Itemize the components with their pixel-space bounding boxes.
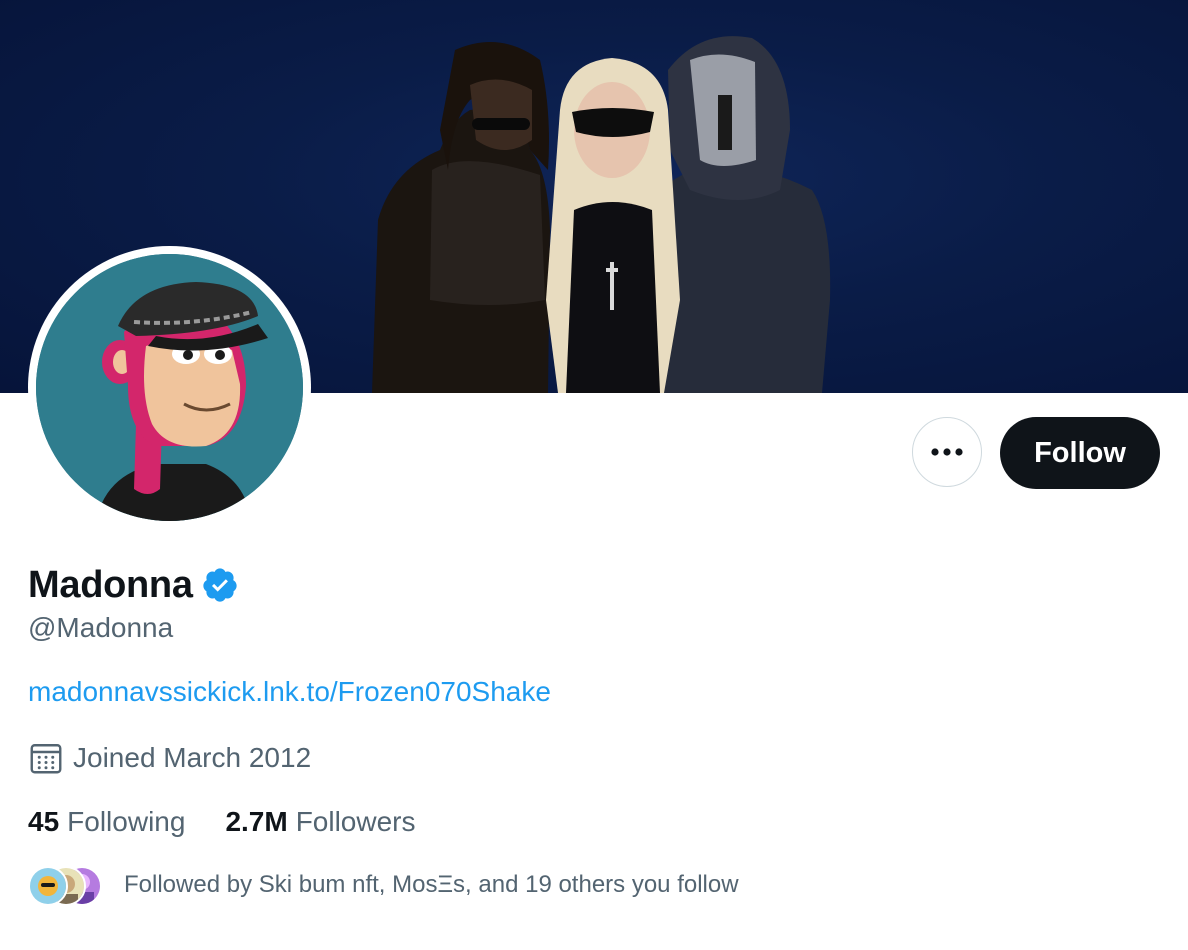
more-options-button[interactable]	[912, 417, 982, 487]
profile-website-link[interactable]: madonnavssickick.lnk.to/Frozen070Shake	[28, 676, 551, 708]
profile-avatar-frame[interactable]	[28, 246, 311, 529]
joined-date-row: Joined March 2012	[28, 740, 311, 776]
follow-stats-row: 45 Following 2.7M Followers	[28, 806, 416, 838]
followers-count: 2.7M	[225, 806, 288, 837]
display-name: Madonna	[28, 563, 193, 606]
profile-avatar	[36, 254, 303, 521]
verified-badge-icon	[203, 568, 237, 602]
joined-date-text: Joined March 2012	[73, 742, 312, 773]
followers-label: Followers	[295, 806, 416, 837]
followed-by-row[interactable]: Followed by Ski bum nft, MosΞs, and 19 o…	[28, 866, 739, 906]
followed-by-avatars	[28, 866, 102, 906]
following-label: Following	[67, 806, 186, 837]
followers-stat-link[interactable]: 2.7M Followers	[225, 806, 415, 838]
mutual-follower-avatar	[28, 866, 68, 906]
profile-handle: @Madonna	[28, 612, 174, 643]
following-count: 45	[28, 806, 60, 837]
follow-button[interactable]: Follow	[1000, 417, 1160, 489]
more-horizontal-icon	[931, 448, 963, 456]
following-stat-link[interactable]: 45 Following	[28, 806, 185, 838]
display-name-row: Madonna	[28, 560, 239, 610]
followed-by-text: Followed by Ski bum nft, MosΞs, and 19 o…	[124, 871, 739, 898]
bored-ape-avatar-image	[36, 254, 303, 521]
calendar-icon	[30, 744, 62, 774]
